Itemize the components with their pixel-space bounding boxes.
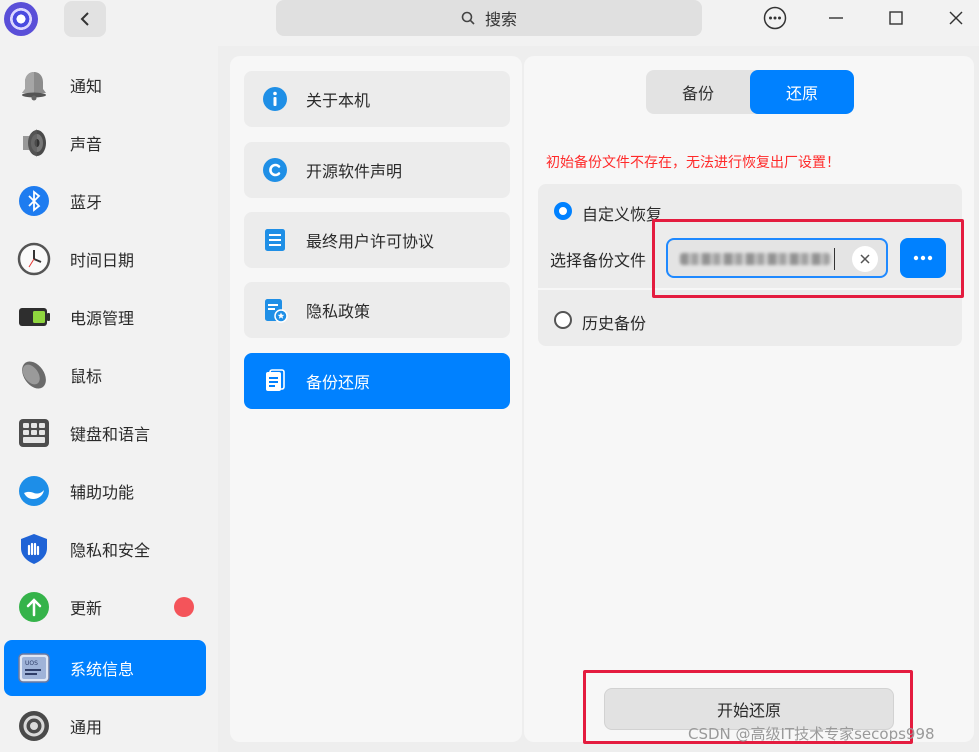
backup-restore-panel: 备份 还原 初始备份文件不存在，无法进行恢复出厂设置！ 自定义恢复 选择备份文件… xyxy=(524,56,974,742)
custom-restore-radio[interactable] xyxy=(554,202,572,220)
privacy-policy-icon xyxy=(262,297,288,323)
option-divider xyxy=(538,288,962,290)
accessibility-icon xyxy=(16,473,52,509)
system-info-list: 关于本机 开源软件声明 最终用户许可协议 隐私政策 备份还原 xyxy=(230,56,522,742)
clear-icon xyxy=(860,254,870,264)
search-input[interactable]: 搜索 xyxy=(276,0,702,36)
backup-file-input[interactable] xyxy=(666,238,888,278)
gear-icon xyxy=(16,708,52,744)
more-icon xyxy=(763,6,787,30)
bluetooth-icon xyxy=(16,183,52,219)
close-button[interactable] xyxy=(940,4,972,32)
document-icon xyxy=(262,227,288,253)
backup-restore-tabs: 备份 还原 xyxy=(646,70,854,114)
sidebar-item-privacy-security[interactable]: 隐私和安全 xyxy=(4,521,206,577)
tab-backup[interactable]: 备份 xyxy=(646,70,750,114)
app-logo-icon xyxy=(4,2,38,36)
main-menu-button[interactable] xyxy=(759,4,791,32)
obscured-file-path xyxy=(680,253,830,265)
uos-system-info-icon: UOS xyxy=(16,650,52,686)
speaker-icon xyxy=(16,125,52,161)
bell-icon xyxy=(16,67,52,103)
select-backup-file-label: 选择备份文件 xyxy=(550,251,647,270)
clock-icon xyxy=(16,241,52,277)
minimize-button[interactable] xyxy=(820,4,852,32)
battery-icon xyxy=(16,299,52,335)
minimize-icon xyxy=(829,17,843,19)
copyright-icon xyxy=(262,157,288,183)
custom-restore-label: 自定义恢复 xyxy=(582,205,663,224)
mouse-icon xyxy=(16,357,52,393)
sidebar-item-update[interactable]: 更新 xyxy=(4,579,206,635)
back-button[interactable] xyxy=(64,1,106,37)
update-badge xyxy=(174,597,194,617)
sidebar-item-accessibility[interactable]: 辅助功能 xyxy=(4,463,206,519)
info-item-privacy-policy[interactable]: 隐私政策 xyxy=(244,282,510,338)
history-backup-label: 历史备份 xyxy=(582,314,647,333)
backup-icon xyxy=(262,368,288,394)
info-item-open-source[interactable]: 开源软件声明 xyxy=(244,142,510,198)
search-icon xyxy=(461,11,475,25)
info-icon xyxy=(262,86,288,112)
info-item-backup-restore[interactable]: 备份还原 xyxy=(244,353,510,409)
sidebar-item-keyboard-language[interactable]: 键盘和语言 xyxy=(4,405,206,461)
chevron-left-icon xyxy=(80,12,89,26)
update-arrow-icon xyxy=(16,589,52,625)
sidebar-item-power[interactable]: 电源管理 xyxy=(4,289,206,345)
sidebar-item-datetime[interactable]: 时间日期 xyxy=(4,231,206,287)
title-bar: 搜索 xyxy=(0,0,979,46)
maximize-icon xyxy=(889,11,903,25)
search-placeholder: 搜索 xyxy=(484,10,517,29)
warning-message: 初始备份文件不存在，无法进行恢复出厂设置！ xyxy=(546,155,840,171)
svg-text:UOS: UOS xyxy=(25,660,38,667)
shield-icon xyxy=(16,531,52,567)
tab-restore[interactable]: 还原 xyxy=(750,70,854,114)
sidebar-item-general[interactable]: 通用 xyxy=(4,698,206,752)
sidebar: 通知 声音 蓝牙 时间日期 电源管理 鼠标 键盘和语言 辅助功能 隐私和安全 更… xyxy=(0,46,218,752)
text-caret xyxy=(834,248,835,270)
watermark: CSDN @高级IT技术专家secops998 xyxy=(688,725,935,743)
browse-file-button[interactable] xyxy=(900,238,946,278)
info-item-about[interactable]: 关于本机 xyxy=(244,71,510,127)
sidebar-item-mouse[interactable]: 鼠标 xyxy=(4,347,206,403)
history-backup-radio[interactable] xyxy=(554,311,572,329)
close-icon xyxy=(949,11,963,25)
maximize-button[interactable] xyxy=(880,4,912,32)
clear-input-button[interactable] xyxy=(852,246,878,272)
sidebar-item-bluetooth[interactable]: 蓝牙 xyxy=(4,173,206,229)
keyboard-icon xyxy=(16,415,52,451)
sidebar-item-system-info[interactable]: UOS 系统信息 xyxy=(4,640,206,696)
ellipsis-icon xyxy=(913,255,933,261)
info-item-eula[interactable]: 最终用户许可协议 xyxy=(244,212,510,268)
sidebar-item-notification[interactable]: 通知 xyxy=(4,57,206,113)
sidebar-item-sound[interactable]: 声音 xyxy=(4,115,206,171)
restore-options-card: 自定义恢复 选择备份文件 历史备份 xyxy=(538,184,962,346)
